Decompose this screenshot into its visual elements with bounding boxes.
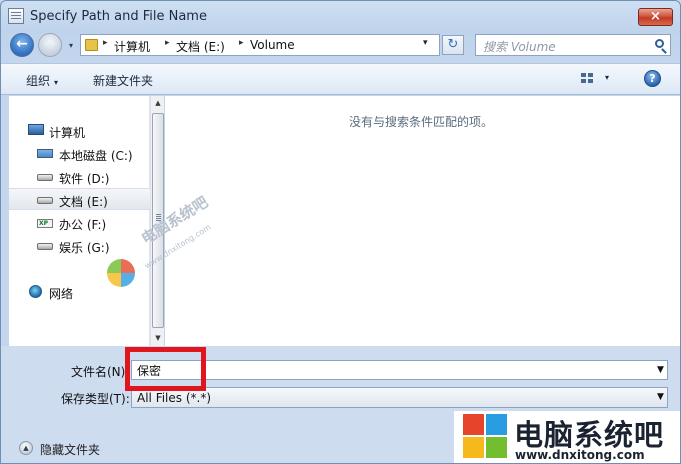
filetype-selected-value: All Files (*.*) xyxy=(137,391,212,405)
breadcrumb-separator-icon[interactable]: ▸ xyxy=(239,38,244,48)
filetype-select[interactable]: All Files (*.*) ▼ xyxy=(131,387,668,408)
tree-item-drive-d[interactable]: 软件 (D:) xyxy=(9,166,150,188)
organize-label: 组织 xyxy=(26,74,51,88)
organize-button[interactable]: 组织 ▾ xyxy=(26,72,58,89)
empty-results-message: 没有与搜索条件匹配的项。 xyxy=(349,115,494,129)
tree-item-drive-c[interactable]: 本地磁盘 (C:) xyxy=(9,143,150,165)
search-input[interactable]: 搜索 Volume xyxy=(475,34,671,56)
breadcrumb-separator-icon[interactable]: ▸ xyxy=(103,38,108,48)
hide-folders-label: 隐藏文件夹 xyxy=(40,443,101,457)
tree-item-label: 网络 xyxy=(49,287,74,301)
breadcrumb-separator-icon[interactable]: ▸ xyxy=(165,38,170,48)
forward-button[interactable]: → xyxy=(38,33,62,57)
tree-item-computer[interactable]: 计算机 xyxy=(9,120,150,142)
system-drive-icon xyxy=(37,149,53,158)
tree-item-label: 计算机 xyxy=(49,126,86,140)
navigation-row: ← → ▾ ▸ 计算机 ▸ 文档 (E:) ▸ Volume ▾ ↻ 搜索 Vo… xyxy=(1,31,680,61)
tree-item-drive-f[interactable]: XP 办公 (F:) xyxy=(9,212,150,234)
tree-item-label: 办公 (F:) xyxy=(59,218,107,232)
view-dropdown-icon[interactable]: ▾ xyxy=(605,73,609,82)
folder-icon xyxy=(85,39,98,51)
filename-field[interactable] xyxy=(131,360,668,380)
search-icon[interactable] xyxy=(655,39,664,48)
view-options-icon[interactable] xyxy=(581,73,595,85)
navigation-pane: 计算机 本地磁盘 (C:) 软件 (D:) 文档 (E:) XP 办公 (F:)… xyxy=(9,96,150,346)
file-list-area[interactable]: 没有与搜索条件匹配的项。 xyxy=(165,96,680,346)
app-icon xyxy=(8,8,24,24)
filename-label: 文件名(N): xyxy=(71,365,130,379)
recent-pages-dropdown-icon[interactable]: ▾ xyxy=(65,40,77,52)
brand-badge: 电脑系统吧 www.dnxitong.com xyxy=(454,411,680,463)
breadcrumb-volume[interactable]: Volume xyxy=(250,38,295,52)
save-dialog-window: Specify Path and File Name × ← → ▾ ▸ 计算机… xyxy=(0,0,681,464)
new-folder-button[interactable]: 新建文件夹 xyxy=(93,72,153,89)
command-toolbar: 组织 ▾ 新建文件夹 ▾ ? xyxy=(1,63,680,95)
drive-icon xyxy=(37,197,53,204)
refresh-button[interactable]: ↻ xyxy=(442,35,464,55)
drive-icon xyxy=(37,243,53,250)
tree-item-label: 本地磁盘 (C:) xyxy=(59,149,133,163)
breadcrumb-computer[interactable]: 计算机 xyxy=(114,38,150,55)
search-placeholder: 搜索 Volume xyxy=(483,40,556,54)
brand-url: www.dnxitong.com xyxy=(515,448,645,462)
xp-drive-icon: XP xyxy=(37,219,53,228)
window-title: Specify Path and File Name xyxy=(30,9,207,24)
tree-item-label: 娱乐 (G:) xyxy=(59,241,110,255)
address-bar[interactable]: ▸ 计算机 ▸ 文档 (E:) ▸ Volume ▾ xyxy=(80,34,440,56)
breadcrumb-drive-e[interactable]: 文档 (E:) xyxy=(176,38,225,55)
organize-dropdown-icon: ▾ xyxy=(54,78,59,87)
filename-highlight-box xyxy=(125,347,206,391)
address-dropdown-icon[interactable]: ▾ xyxy=(423,38,428,48)
watermark-logo-icon xyxy=(107,259,135,287)
filetype-label: 保存类型(T): xyxy=(61,392,130,406)
computer-icon xyxy=(28,124,44,135)
drive-icon xyxy=(37,174,53,181)
back-button[interactable]: ← xyxy=(10,33,34,57)
network-icon xyxy=(29,285,42,298)
tree-item-label: 文档 (E:) xyxy=(59,195,108,209)
tree-item-drive-e[interactable]: 文档 (E:) xyxy=(9,188,150,210)
close-button[interactable]: × xyxy=(638,8,673,26)
scroll-down-icon[interactable]: ▼ xyxy=(151,331,165,346)
filename-dropdown-icon[interactable]: ▼ xyxy=(657,365,664,375)
help-icon[interactable]: ? xyxy=(644,70,661,87)
collapse-up-icon: ▲ xyxy=(19,441,33,455)
tree-item-label: 软件 (D:) xyxy=(59,172,110,186)
brand-logo-icon xyxy=(463,414,508,459)
scroll-up-icon[interactable]: ▲ xyxy=(151,96,165,111)
tree-item-drive-g[interactable]: 娱乐 (G:) xyxy=(9,235,150,257)
filetype-dropdown-icon[interactable]: ▼ xyxy=(657,392,664,402)
title-bar: Specify Path and File Name × xyxy=(1,1,680,31)
